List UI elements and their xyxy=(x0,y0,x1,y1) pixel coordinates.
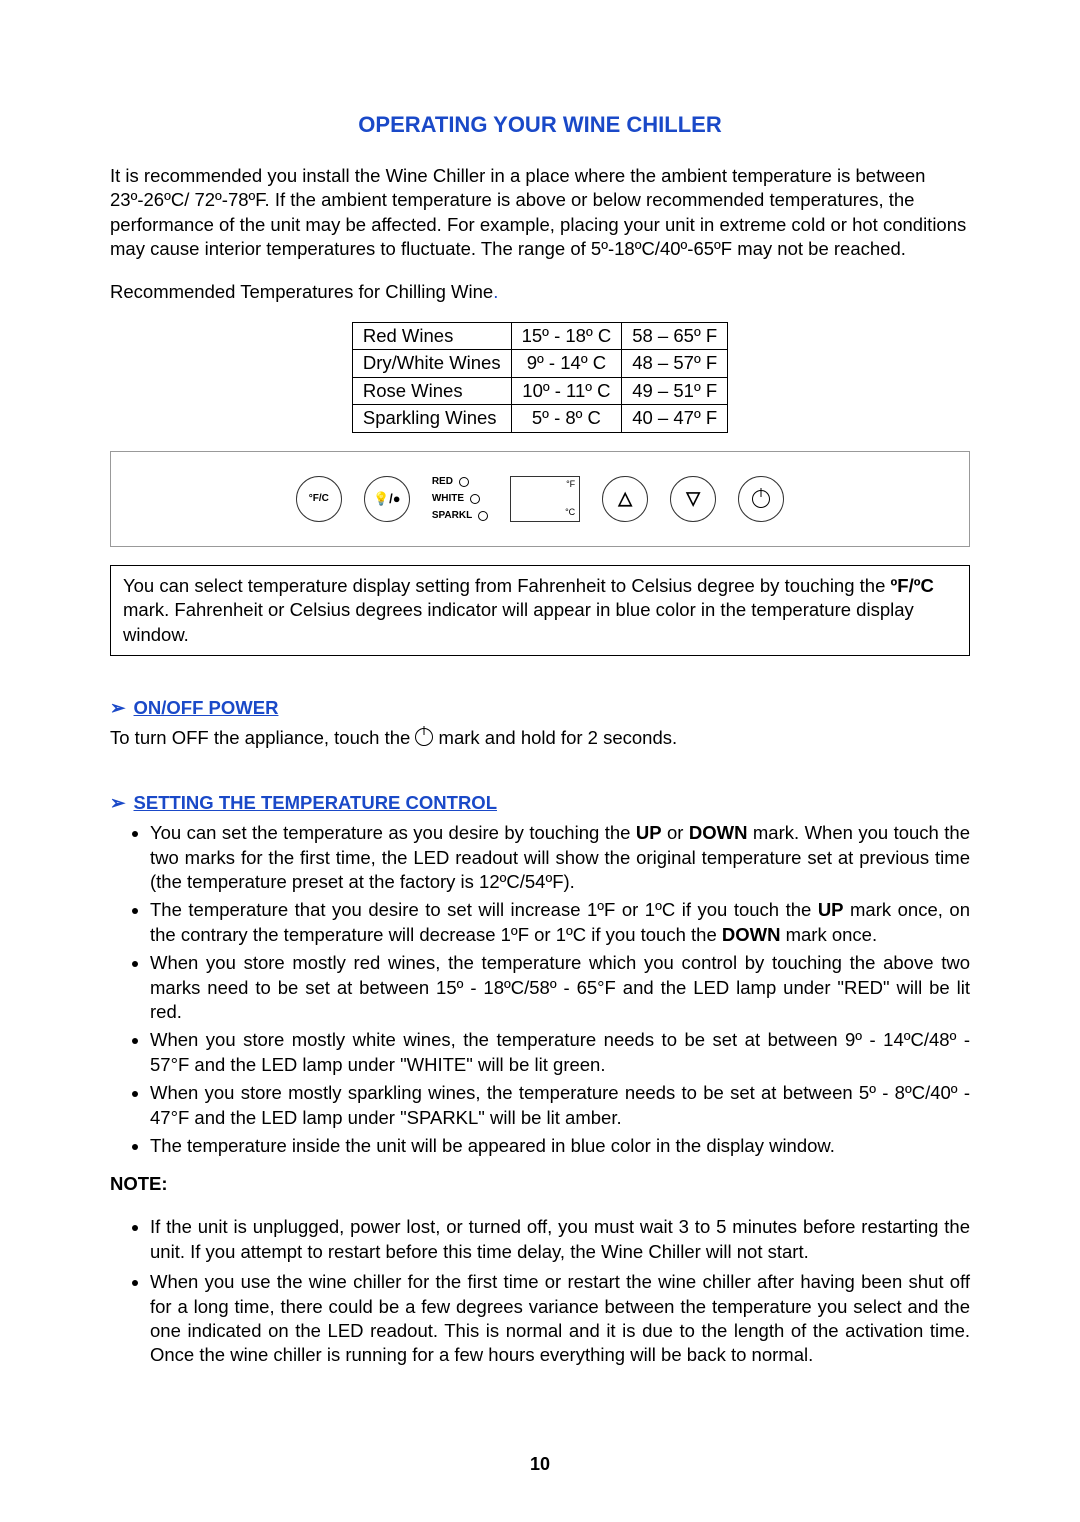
led-dot-icon xyxy=(470,494,480,504)
disp-f: °F xyxy=(566,479,575,491)
up-button: △ xyxy=(602,476,648,522)
fc-button: °F/C xyxy=(296,476,342,522)
list-item: You can set the temperature as you desir… xyxy=(150,821,970,894)
list-item: When you use the wine chiller for the fi… xyxy=(150,1270,970,1368)
box-pre: You can select temperature display setti… xyxy=(123,575,891,596)
list-item: If the unit is unplugged, power lost, or… xyxy=(150,1215,970,1264)
onoff-pre: To turn OFF the appliance, touch the xyxy=(110,727,415,748)
temp-c: 15º - 18º C xyxy=(511,323,622,350)
led-red: RED xyxy=(432,474,453,490)
temp-f: 40 – 47º F xyxy=(622,405,728,432)
triangle-up-icon: △ xyxy=(618,487,632,511)
led-labels: RED WHITE SPARKL xyxy=(432,474,488,524)
temperature-display: °F °C xyxy=(510,476,580,522)
temp-f: 58 – 65º F xyxy=(622,323,728,350)
onoff-head: ON/OFF POWER xyxy=(134,697,279,718)
note-bullets: If the unit is unplugged, power lost, or… xyxy=(110,1215,970,1367)
list-item: When you store mostly sparkling wines, t… xyxy=(150,1081,970,1130)
power-icon xyxy=(752,490,770,508)
fc-mark: ºF/ºC xyxy=(891,575,934,596)
triangle-down-icon: ▽ xyxy=(686,487,700,511)
list-item: When you store mostly red wines, the tem… xyxy=(150,951,970,1024)
disp-c: °C xyxy=(565,507,575,519)
page-title: OPERATING YOUR WINE CHILLER xyxy=(110,110,970,139)
wine-type: Red Wines xyxy=(352,323,511,350)
temp-f: 49 – 51º F xyxy=(622,377,728,404)
list-item: The temperature inside the unit will be … xyxy=(150,1134,970,1158)
temp-head: SETTING THE TEMPERATURE CONTROL xyxy=(134,792,498,813)
temperature-bullets: You can set the temperature as you desir… xyxy=(110,821,970,1158)
led-dot-icon xyxy=(478,511,488,521)
temp-c: 5º - 8º C xyxy=(511,405,622,432)
table-row: Sparkling Wines 5º - 8º C 40 – 47º F xyxy=(352,405,727,432)
control-panel-diagram: °F/C 💡/● RED WHITE SPARKL °F °C △ ▽ xyxy=(110,451,970,547)
recommended-temps-line: Recommended Temperatures for Chilling Wi… xyxy=(110,280,970,304)
note-heading: NOTE: xyxy=(110,1172,970,1196)
display-setting-note: You can select temperature display setti… xyxy=(110,565,970,656)
power-button xyxy=(738,476,784,522)
blue-period: . xyxy=(493,281,498,302)
light-icon: 💡/● xyxy=(373,490,401,507)
arrow-icon: ➢ xyxy=(110,792,126,813)
arrow-icon: ➢ xyxy=(110,697,126,718)
led-dot-icon xyxy=(459,477,469,487)
section-onoff-heading: ➢ ON/OFF POWER xyxy=(110,696,970,720)
section-temp-heading: ➢ SETTING THE TEMPERATURE CONTROL xyxy=(110,791,970,815)
list-item: When you store mostly white wines, the t… xyxy=(150,1028,970,1077)
power-icon xyxy=(415,728,433,746)
temp-c: 9º - 14º C xyxy=(511,350,622,377)
temp-c: 10º - 11º C xyxy=(511,377,622,404)
led-white: WHITE xyxy=(432,491,464,507)
list-item: The temperature that you desire to set w… xyxy=(150,898,970,947)
onoff-body: To turn OFF the appliance, touch the mar… xyxy=(110,726,970,750)
recommended-temps-text: Recommended Temperatures for Chilling Wi… xyxy=(110,281,493,302)
wine-type: Sparkling Wines xyxy=(352,405,511,432)
box-post: mark. Fahrenheit or Celsius degrees indi… xyxy=(123,599,914,644)
temperature-table: Red Wines 15º - 18º C 58 – 65º F Dry/Whi… xyxy=(352,322,728,433)
page-number: 10 xyxy=(0,1453,1080,1477)
intro-paragraph: It is recommended you install the Wine C… xyxy=(110,164,970,262)
table-row: Dry/White Wines 9º - 14º C 48 – 57º F xyxy=(352,350,727,377)
wine-type: Dry/White Wines xyxy=(352,350,511,377)
temp-f: 48 – 57º F xyxy=(622,350,728,377)
down-button: ▽ xyxy=(670,476,716,522)
onoff-post: mark and hold for 2 seconds. xyxy=(433,727,677,748)
led-sparkl: SPARKL xyxy=(432,508,472,524)
light-button: 💡/● xyxy=(364,476,410,522)
wine-type: Rose Wines xyxy=(352,377,511,404)
table-row: Red Wines 15º - 18º C 58 – 65º F xyxy=(352,323,727,350)
table-row: Rose Wines 10º - 11º C 49 – 51º F xyxy=(352,377,727,404)
